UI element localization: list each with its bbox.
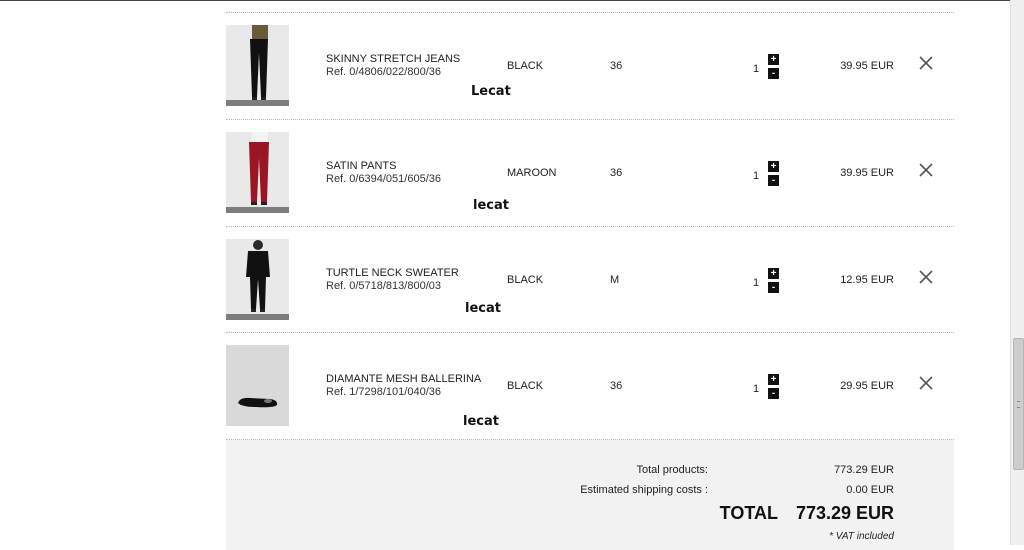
grip-icon [1017,401,1020,408]
product-image[interactable] [226,345,289,426]
vat-note: * VAT included [829,531,894,542]
quantity-minus-button[interactable]: - [768,175,779,186]
product-image[interactable] [226,239,289,320]
scrollbar-thumb[interactable] [1013,338,1024,470]
handwritten-note: Lecat [471,84,511,99]
quantity-value: 1 [753,277,760,289]
close-icon[interactable] [918,269,934,285]
quantity-value: 1 [753,63,760,75]
product-name[interactable]: TURTLE NECK SWEATER [326,267,459,279]
jeans-figure-icon [226,25,289,106]
quantity-plus-button[interactable]: + [768,161,779,172]
product-size: 36 [610,60,623,72]
shipping-costs-label: Estimated shipping costs : [580,484,708,496]
close-icon[interactable] [918,55,934,71]
product-name[interactable]: DIAMANTE MESH BALLERINA [326,373,481,385]
product-color: MAROON [507,167,557,179]
product-name[interactable]: SKINNY STRETCH JEANS [326,53,460,65]
cart-row-skinny-stretch-jeans: SKINNY STRETCH JEANS Ref. 0/4806/022/800… [0,12,1010,119]
quantity-plus-button[interactable]: + [768,268,779,279]
product-size: M [610,274,620,286]
total-value: 773.29 EUR [795,503,894,523]
total-products-value: 773.29 EUR [834,464,894,476]
shipping-costs-value: 0.00 EUR [846,484,894,496]
product-image[interactable] [226,25,289,106]
product-size: 36 [610,380,623,392]
product-price: 12.95 EUR [840,274,894,286]
product-price: 29.95 EUR [840,380,894,392]
top-border [0,0,1024,1]
cart-row-satin-pants: SATIN PANTS Ref. 0/6394/051/605/36 lecat… [0,119,1010,226]
sweater-figure-icon [226,240,289,320]
product-size: 36 [610,167,623,179]
quantity-value: 1 [753,170,760,182]
cart-row-diamante-mesh-ballerina: DIAMANTE MESH BALLERINA Ref. 1/7298/101/… [0,332,1010,439]
quantity-plus-button[interactable]: + [768,54,779,65]
product-ref: Ref. 0/6394/051/605/36 [326,173,441,185]
vertical-scrollbar[interactable] [1010,0,1024,545]
close-icon[interactable] [918,162,934,178]
order-summary: Total products: 773.29 EUR Estimated shi… [226,440,954,550]
product-color: BLACK [507,60,544,72]
quantity-plus-button[interactable]: + [768,374,779,385]
product-ref: Ref. 0/5718/813/800/03 [326,280,441,292]
product-name[interactable]: SATIN PANTS [326,160,397,172]
product-color: BLACK [507,380,544,392]
product-image[interactable] [226,132,289,213]
handwritten-note: lecat [463,414,499,429]
quantity-minus-button[interactable]: - [768,388,779,399]
product-price: 39.95 EUR [840,60,894,72]
quantity-minus-button[interactable]: - [768,282,779,293]
quantity-minus-button[interactable]: - [768,68,779,79]
handwritten-note: lecat [465,301,501,316]
quantity-value: 1 [753,383,760,395]
close-icon[interactable] [918,375,934,391]
total-label: TOTAL [719,503,778,523]
pants-figure-icon [226,132,289,213]
product-price: 39.95 EUR [840,167,894,179]
product-color: BLACK [507,274,544,286]
product-ref: Ref. 1/7298/101/040/36 [326,386,441,398]
handwritten-note: lecat [473,198,509,213]
shoe-icon [226,345,289,426]
product-ref: Ref. 0/4806/022/800/36 [326,66,441,78]
total-products-label: Total products: [636,464,708,476]
cart-row-turtle-neck-sweater: TURTLE NECK SWEATER Ref. 0/5718/813/800/… [0,226,1010,333]
